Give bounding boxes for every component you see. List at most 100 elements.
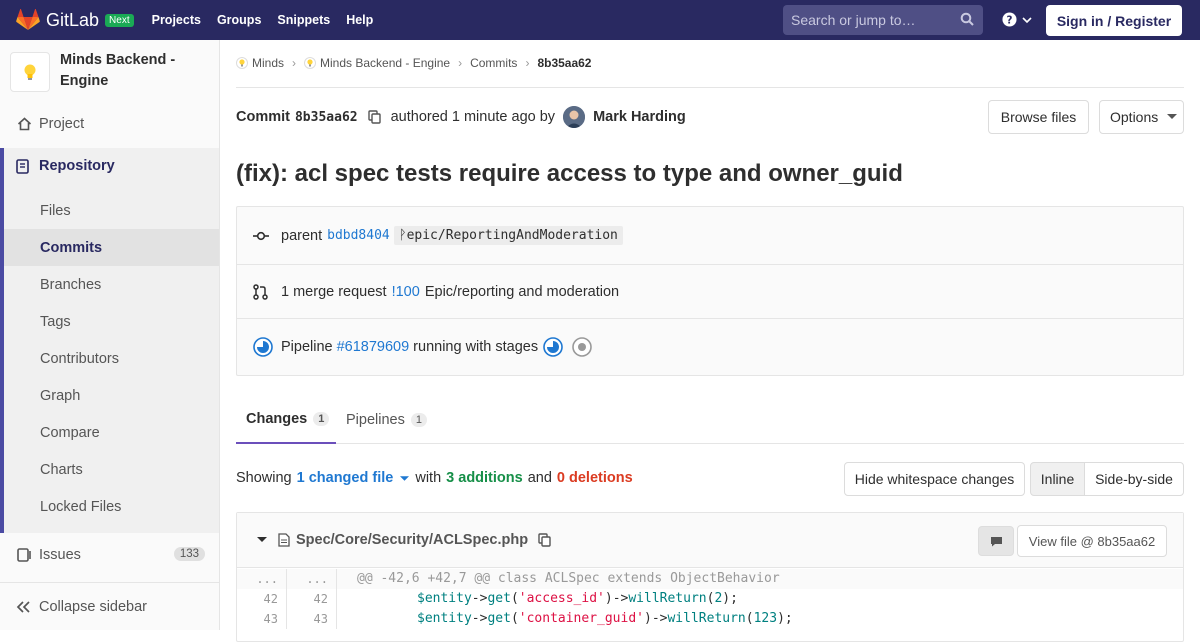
changed-files-label: 1 changed file: [296, 470, 394, 486]
pipeline-running-icon[interactable]: [253, 337, 273, 357]
authored-text: authored 1 minute ago by: [390, 109, 556, 125]
line-number-old[interactable]: 42: [237, 589, 287, 609]
copy-icon: [538, 533, 551, 547]
chevron-right-icon: ›: [525, 56, 530, 70]
sidebar-repository-section: Repository Files Commits Branches Tags C…: [0, 148, 219, 533]
tab-label: Changes: [246, 411, 308, 427]
with-text: with: [415, 470, 442, 486]
changed-files-dropdown[interactable]: 1 changed file: [297, 470, 410, 486]
repository-icon: [16, 158, 29, 174]
home-icon: [17, 117, 31, 131]
author-avatar-icon: [563, 106, 586, 128]
merge-request-link[interactable]: !100: [392, 284, 420, 300]
view-file-button[interactable]: View file @ 8b35aa62: [1017, 525, 1167, 557]
help-dropdown[interactable]: ?: [1002, 12, 1033, 27]
file-path[interactable]: Spec/Core/Security/ACLSpec.php: [296, 532, 528, 548]
line-number-new[interactable]: 43: [287, 609, 337, 629]
stage-created-icon[interactable]: [572, 337, 592, 357]
file-title: Spec/Core/Security/ACLSpec.php: [257, 532, 551, 548]
code-string: 'access_id': [518, 591, 605, 606]
copy-sha-button[interactable]: [367, 110, 381, 124]
pipeline-link[interactable]: #61879609: [337, 339, 410, 355]
next-badge[interactable]: Next: [105, 13, 134, 27]
browse-files-button[interactable]: Browse files: [988, 100, 1089, 134]
author-name[interactable]: Mark Harding: [593, 109, 686, 125]
nav-projects[interactable]: Projects: [144, 13, 209, 27]
pipeline-status-text: running with stages: [413, 339, 539, 355]
copy-path-button[interactable]: [538, 533, 551, 547]
diff-content: ... ... @@ -42,6 +42,7 @@ class ACLSpec …: [237, 569, 1183, 629]
sidebar-item-repository[interactable]: Repository: [16, 158, 115, 174]
diff-line: 42 42 $entity->get('access_id')->willRet…: [237, 589, 1183, 609]
tab-count: 1: [313, 412, 330, 426]
code-var: $entity: [417, 611, 472, 626]
breadcrumb-current[interactable]: 8b35aa62: [537, 56, 591, 70]
merge-request-icon: [253, 283, 268, 300]
breadcrumb-group[interactable]: Minds: [252, 56, 284, 70]
commit-sha: 8b35aa62: [294, 109, 358, 125]
code-paren: ): [644, 611, 652, 626]
sidebar-project-header[interactable]: Minds Backend - Engine: [0, 40, 219, 100]
breadcrumb-project[interactable]: Minds Backend - Engine: [320, 56, 450, 70]
hide-whitespace-button[interactable]: Hide whitespace changes: [844, 462, 1025, 496]
sidebar-item-tags[interactable]: Tags: [4, 303, 219, 340]
sidebar-item-label: Repository: [39, 158, 115, 174]
project-name[interactable]: Minds Backend - Engine: [60, 50, 210, 92]
comments-toggle-button[interactable]: [978, 526, 1014, 556]
code-fn: willReturn: [667, 611, 746, 626]
tab-count: 1: [410, 413, 427, 427]
sidebar-item-branches[interactable]: Branches: [4, 266, 219, 303]
gitlab-tanuki-icon: [16, 9, 40, 30]
nav-snippets[interactable]: Snippets: [269, 13, 338, 27]
search-icon: [960, 12, 974, 26]
sidebar-item-charts[interactable]: Charts: [4, 451, 219, 488]
parent-sha-link[interactable]: bdbd8404: [327, 228, 390, 243]
code-line: $entity->get('container_guid')->willRetu…: [417, 609, 793, 629]
sidebar-item-commits[interactable]: Commits: [4, 229, 219, 266]
search-input[interactable]: Search or jump to…: [783, 5, 983, 35]
options-dropdown[interactable]: Options: [1099, 100, 1184, 134]
code-paren: ): [604, 591, 613, 606]
breadcrumb-commits[interactable]: Commits: [470, 56, 517, 70]
caret-down-icon[interactable]: [257, 537, 267, 543]
line-number-new[interactable]: 42: [287, 589, 337, 609]
line-number-old[interactable]: 43: [237, 609, 287, 629]
pipeline-row: Pipeline #61879609 running with stages: [237, 318, 1183, 375]
nav-help[interactable]: Help: [338, 13, 381, 27]
breadcrumb: Minds › Minds Backend - Engine › Commits…: [236, 56, 591, 70]
project-avatar[interactable]: [10, 52, 50, 92]
sidebar-item-graph[interactable]: Graph: [4, 377, 219, 414]
tab-changes[interactable]: Changes 1: [236, 396, 336, 444]
collapse-sidebar-button[interactable]: Collapse sidebar: [0, 582, 219, 630]
side-by-side-view-button[interactable]: Side-by-side: [1084, 462, 1184, 496]
file-header: Spec/Core/Security/ACLSpec.php View file…: [237, 513, 1183, 568]
code-line: $entity->get('access_id')->willReturn(2)…: [417, 589, 738, 609]
sign-in-button[interactable]: Sign in / Register: [1046, 5, 1182, 36]
sidebar-item-files[interactable]: Files: [4, 192, 219, 229]
sidebar-item-locked-files[interactable]: Locked Files: [4, 488, 219, 525]
avatar[interactable]: [563, 106, 586, 128]
sidebar-item-label: Project: [39, 116, 85, 132]
branch-badge[interactable]: ᚹepic/ReportingAndModeration: [393, 226, 623, 245]
and-text: and: [527, 470, 552, 486]
sidebar-item-issues[interactable]: Issues 133: [0, 537, 219, 573]
nav-groups[interactable]: Groups: [209, 13, 269, 27]
line-number-old: ...: [237, 569, 287, 589]
sidebar-item-compare[interactable]: Compare: [4, 414, 219, 451]
code-paren: (: [510, 611, 519, 626]
gitlab-logo[interactable]: GitLab Next: [16, 9, 134, 31]
parent-row: parent bdbd8404 ᚹepic/ReportingAndModera…: [237, 207, 1183, 264]
additions-count: 3 additions: [446, 470, 523, 486]
inline-view-button[interactable]: Inline: [1030, 462, 1085, 496]
tab-pipelines[interactable]: Pipelines 1: [346, 396, 427, 444]
commit-header: Commit 8b35aa62 authored 1 minute ago by…: [236, 106, 686, 128]
question-circle-icon: ?: [1002, 12, 1017, 27]
diff-hunk-header: ... ... @@ -42,6 +42,7 @@ class ACLSpec …: [237, 569, 1183, 589]
sidebar: Minds Backend - Engine Project Repositor…: [0, 40, 220, 630]
code-fn: willReturn: [628, 591, 707, 606]
sidebar-item-contributors[interactable]: Contributors: [4, 340, 219, 377]
stage-running-icon[interactable]: [543, 337, 563, 357]
code-var: $entity: [417, 591, 472, 606]
sidebar-item-project[interactable]: Project: [0, 106, 219, 142]
chevron-right-icon: ›: [458, 56, 463, 70]
